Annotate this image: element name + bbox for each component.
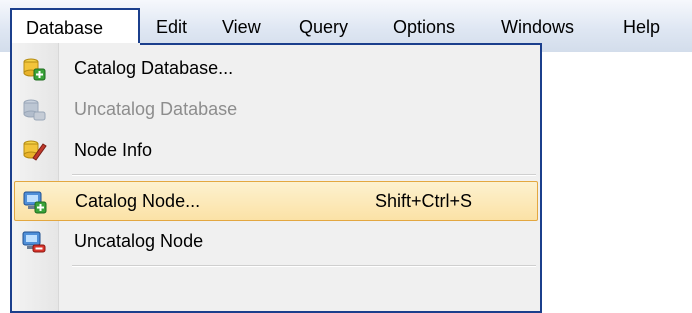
menu-item-node-info[interactable]: Node Info	[14, 131, 538, 171]
database-remove-icon	[23, 99, 46, 121]
menu-query[interactable]: Query	[299, 12, 348, 42]
menu-item-uncatalog-database[interactable]: Uncatalog Database	[14, 90, 538, 130]
menu-edit-label: Edit	[156, 17, 188, 37]
menu-database-label: Database	[26, 18, 104, 38]
menu-item-uncatalog-node[interactable]: Uncatalog Node	[14, 222, 538, 262]
menu-item-catalog-database[interactable]: Catalog Database...	[14, 49, 538, 89]
menu-item-label: Uncatalog Node	[74, 231, 204, 251]
menu-options-label: Options	[393, 17, 456, 37]
menu-separator	[72, 265, 536, 267]
menu-help-label: Help	[623, 17, 661, 37]
node-add-icon	[23, 191, 47, 214]
database-add-icon	[23, 58, 46, 81]
menu-edit[interactable]: Edit	[156, 12, 187, 42]
menu-item-label: Catalog Node...	[75, 191, 201, 211]
menu-item-label: Uncatalog Database	[74, 99, 238, 119]
menu-item-shortcut: Shift+Ctrl+S	[375, 191, 473, 211]
menu-database[interactable]: Database	[10, 8, 140, 45]
menu-view[interactable]: View	[222, 12, 261, 42]
menu-item-label: Catalog Database...	[74, 58, 234, 78]
menu-help[interactable]: Help	[623, 12, 660, 42]
database-edit-icon	[23, 140, 47, 161]
menu-item-catalog-node[interactable]: Catalog Node... Shift+Ctrl+S	[14, 181, 538, 221]
menu-separator	[72, 174, 536, 176]
menu-options[interactable]: Options	[393, 12, 455, 42]
database-dropdown-menu: Catalog Database... Uncatalog Database N…	[10, 43, 542, 313]
menu-query-label: Query	[299, 17, 349, 37]
menu-windows-label: Windows	[501, 17, 575, 37]
menu-item-label: Node Info	[74, 140, 153, 160]
menu-view-label: View	[222, 17, 261, 37]
menu-windows[interactable]: Windows	[501, 12, 574, 42]
node-remove-icon	[22, 231, 46, 253]
